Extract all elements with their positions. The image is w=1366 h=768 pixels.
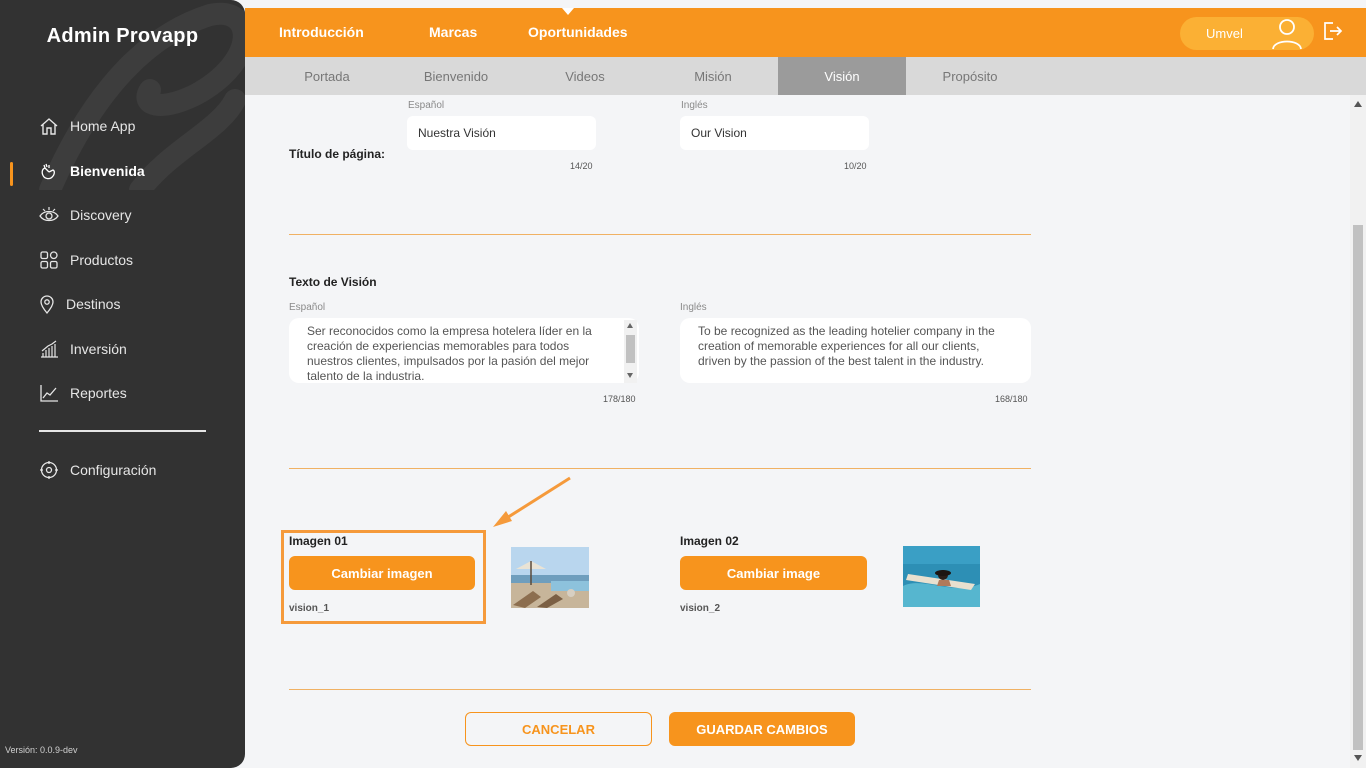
version-text: Versión: 0.0.9-dev: [5, 745, 78, 755]
scroll-down-icon[interactable]: [1354, 755, 1362, 761]
es-label: Español: [289, 302, 326, 313]
active-indicator: [10, 162, 13, 186]
bar-chart-icon: [38, 338, 60, 360]
page-title-en-counter: 10/20: [844, 161, 867, 171]
sidebar-divider: [39, 430, 206, 432]
subtab-vision[interactable]: Visión: [778, 57, 906, 95]
page-title-label: Título de página:: [289, 147, 385, 161]
sidebar-item-label: Configuración: [70, 462, 157, 478]
subtab-mision[interactable]: Misión: [649, 57, 777, 95]
image2-label: Imagen 02: [680, 534, 739, 548]
image2-filename: vision_2: [680, 603, 721, 614]
gear-icon: [38, 459, 60, 481]
grid-icon: [38, 249, 60, 271]
section-divider: [289, 468, 1031, 469]
sub-tabs: Portada Bienvenido Videos Misión Visión …: [245, 57, 1366, 95]
sidebar-item-home-app[interactable]: Home App: [38, 111, 135, 141]
sidebar-item-label: Destinos: [66, 296, 121, 312]
annotation-arrow: [493, 476, 571, 527]
sidebar-item-destinos[interactable]: Destinos: [38, 289, 120, 319]
page-title-es-input[interactable]: Nuestra Visión: [407, 116, 596, 150]
scrollbar-thumb[interactable]: [626, 335, 635, 363]
scroll-up-icon[interactable]: [627, 323, 633, 328]
section-divider: [289, 689, 1031, 690]
image1-filename: vision_1: [289, 603, 330, 614]
sidebar-item-label: Home App: [70, 118, 136, 134]
logout-icon[interactable]: [1321, 20, 1343, 47]
waving-hand-icon: [38, 160, 60, 182]
scroll-up-icon[interactable]: [1354, 101, 1362, 107]
es-label: Español: [408, 100, 445, 111]
sidebar-item-inversion[interactable]: Inversión: [38, 334, 127, 364]
location-pin-icon: [38, 293, 56, 315]
home-icon: [38, 115, 60, 137]
sidebar: Admin Provapp Home App Bienvenida Discov…: [0, 0, 245, 768]
page-scrollbar[interactable]: [1350, 95, 1366, 768]
en-label: Inglés: [680, 302, 707, 313]
scrollbar-thumb[interactable]: [1353, 225, 1363, 750]
subtab-portada[interactable]: Portada: [263, 57, 391, 95]
user-avatar-icon: [1270, 18, 1304, 53]
tab-oportunidades[interactable]: Oportunidades: [528, 24, 628, 40]
cancel-button[interactable]: CANCELAR: [465, 712, 652, 746]
image1-label: Imagen 01: [289, 534, 348, 548]
sidebar-item-label: Bienvenida: [70, 163, 145, 179]
en-label: Inglés: [681, 100, 708, 111]
app-title: Admin Provapp: [46, 25, 199, 47]
eye-icon: [38, 204, 60, 226]
save-changes-button[interactable]: GUARDAR CAMBIOS: [669, 712, 855, 746]
vision-text-es-textarea[interactable]: Ser reconocidos como la empresa hotelera…: [289, 318, 639, 383]
active-tab-caret: [562, 8, 574, 15]
vision-text-es-counter: 178/180: [603, 394, 636, 404]
tab-introduccion[interactable]: Introducción: [279, 24, 364, 40]
vision-text-en-counter: 168/180: [995, 394, 1028, 404]
textarea-scrollbar[interactable]: [624, 320, 637, 383]
user-name: Umvel: [1206, 26, 1243, 41]
vision-text-en-textarea[interactable]: To be recognized as the leading hotelier…: [680, 318, 1031, 383]
sidebar-item-label: Reportes: [70, 385, 127, 401]
scroll-down-icon[interactable]: [627, 373, 633, 378]
sidebar-item-label: Productos: [70, 252, 134, 268]
subtab-bienvenido[interactable]: Bienvenido: [392, 57, 520, 95]
tab-marcas[interactable]: Marcas: [429, 24, 477, 40]
sidebar-item-productos[interactable]: Productos: [38, 245, 133, 275]
image2-thumbnail: [903, 546, 980, 607]
main-content: Español Nuestra Visión 14/20 Inglés Our …: [245, 95, 1350, 768]
page-title-en-input[interactable]: Our Vision: [680, 116, 869, 150]
image1-thumbnail: [511, 547, 589, 608]
sidebar-item-label: Inversión: [70, 341, 127, 357]
subtab-proposito[interactable]: Propósito: [906, 57, 1034, 95]
page-title-es-counter: 14/20: [570, 161, 593, 171]
sidebar-item-reportes[interactable]: Reportes: [38, 378, 127, 408]
top-nav: Introducción Marcas Oportunidades Umvel: [245, 8, 1366, 57]
subtab-videos[interactable]: Videos: [521, 57, 649, 95]
user-menu[interactable]: Umvel: [1180, 17, 1314, 50]
line-chart-icon: [38, 382, 60, 404]
sidebar-item-discovery[interactable]: Discovery: [38, 200, 131, 230]
section-divider: [289, 234, 1031, 235]
vision-text-label: Texto de Visión: [289, 275, 377, 289]
sidebar-item-configuracion[interactable]: Configuración: [38, 455, 156, 485]
sidebar-item-label: Discovery: [70, 207, 132, 223]
change-image1-button[interactable]: Cambiar imagen: [289, 556, 475, 590]
sidebar-item-bienvenida[interactable]: Bienvenida: [38, 156, 145, 186]
change-image2-button[interactable]: Cambiar image: [680, 556, 867, 590]
